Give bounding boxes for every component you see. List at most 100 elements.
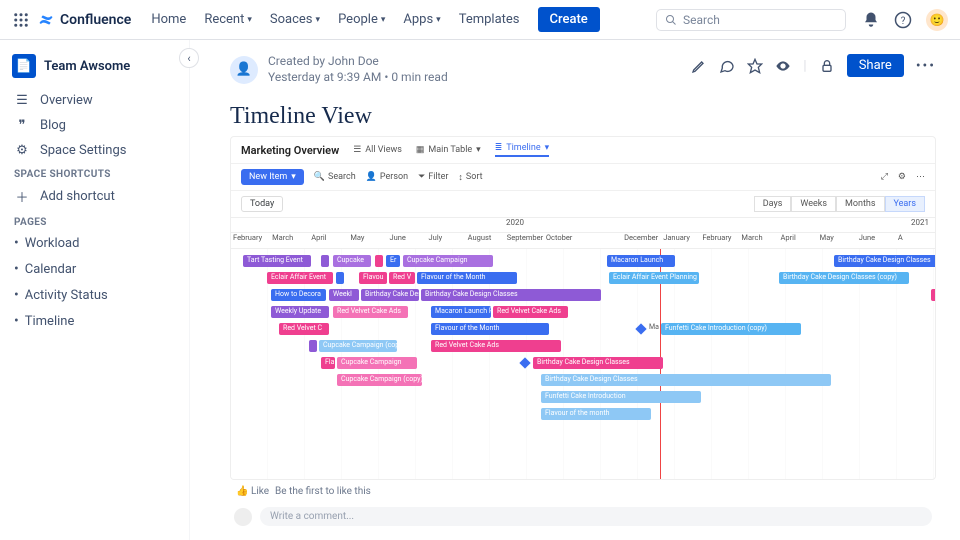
- bar[interactable]: Birthday Cake Design Classes (copy): [779, 272, 909, 284]
- comment-input[interactable]: Write a comment...: [260, 507, 932, 526]
- bar[interactable]: [336, 272, 344, 284]
- author-avatar[interactable]: 👤: [230, 56, 258, 84]
- toolbar-person[interactable]: 👤 Person: [366, 172, 408, 182]
- toolbar-search[interactable]: 🔍 Search: [314, 172, 356, 182]
- bar[interactable]: Er: [386, 255, 400, 267]
- view-timeline[interactable]: ≣ Timeline ▾: [495, 143, 549, 157]
- space-name[interactable]: Team Awsome: [44, 59, 130, 74]
- more-icon[interactable]: •••: [916, 58, 936, 74]
- page-timeline[interactable]: Timeline: [10, 308, 185, 334]
- board-title[interactable]: Marketing Overview: [241, 144, 339, 157]
- bar[interactable]: Flavour of t: [931, 289, 935, 301]
- bar[interactable]: Red Velvet Cake Ads: [493, 306, 568, 318]
- bar[interactable]: [309, 340, 317, 352]
- bar[interactable]: Weekl: [329, 289, 359, 301]
- bar[interactable]: Cupcake Campaign: [337, 357, 417, 369]
- nav-apps[interactable]: Apps▾: [395, 8, 448, 31]
- sidebar-blog[interactable]: ❞Blog: [10, 113, 185, 138]
- bar[interactable]: Birthday Cake Design Classes: [834, 255, 935, 267]
- create-button[interactable]: Create: [538, 7, 600, 32]
- bar[interactable]: Flavour of the Month: [417, 272, 517, 284]
- brand-label: Confluence: [60, 12, 131, 28]
- bar[interactable]: Cupcake Campaign: [403, 255, 493, 267]
- bar[interactable]: Tart Tasting Event: [243, 255, 311, 267]
- edit-icon[interactable]: [691, 58, 707, 74]
- nav-home[interactable]: Home: [143, 8, 194, 31]
- page-activity-status[interactable]: Activity Status: [10, 282, 185, 308]
- bar[interactable]: Red Velvet Cake Ads: [431, 340, 561, 352]
- bar[interactable]: Red V: [389, 272, 415, 284]
- bar[interactable]: Red Velvet C: [279, 323, 329, 335]
- milestone[interactable]: [519, 358, 530, 369]
- view-all[interactable]: ☰ All Views: [353, 145, 402, 155]
- milestone[interactable]: [635, 324, 646, 335]
- comment-icon[interactable]: [719, 58, 735, 74]
- bar[interactable]: Funfetti Cake Introduction (copy): [661, 323, 801, 335]
- toolbar-sort[interactable]: ↕ Sort: [458, 172, 482, 183]
- nav-spaces[interactable]: Soaces▾: [262, 8, 328, 31]
- search-placeholder: Search: [683, 13, 720, 27]
- bar[interactable]: [375, 255, 383, 267]
- period-weeks[interactable]: Weeks: [791, 196, 836, 212]
- restrictions-icon[interactable]: [819, 58, 835, 74]
- share-button[interactable]: Share: [847, 54, 904, 77]
- shortcuts-header: SPACE SHORTCUTS: [10, 163, 185, 182]
- bar[interactable]: Flavou: [359, 272, 387, 284]
- brand[interactable]: Confluence: [38, 12, 131, 28]
- bar[interactable]: How to Decora: [271, 289, 326, 301]
- like-button[interactable]: 👍 Like: [236, 486, 269, 497]
- view-table[interactable]: ▦ Main Table ▾: [416, 145, 481, 155]
- search-input[interactable]: Search: [656, 9, 846, 31]
- bar[interactable]: Cupcake: [333, 255, 371, 267]
- created-by: Created by John Doe: [268, 54, 448, 70]
- nav-people[interactable]: People▾: [330, 8, 393, 31]
- expand-icon[interactable]: ⤢: [881, 172, 888, 182]
- bar[interactable]: Weekly Update: [271, 306, 329, 318]
- bar[interactable]: Birthday Cake Design Classes: [421, 289, 601, 301]
- add-shortcut[interactable]: ＋Add shortcut: [10, 182, 185, 211]
- bar[interactable]: Flavour of the month: [541, 408, 651, 420]
- bar[interactable]: Macaron Launch P: [431, 306, 491, 318]
- watch-icon[interactable]: [775, 58, 791, 74]
- toolbar-filter[interactable]: ⏷ Filter: [418, 172, 448, 182]
- bar[interactable]: Birthday Cake Desi: [361, 289, 419, 301]
- more-icon[interactable]: ⋯: [916, 172, 925, 182]
- bar[interactable]: Eclair Affair Event: [267, 272, 333, 284]
- new-item-button[interactable]: New Item ▾: [241, 169, 304, 185]
- bar[interactable]: Cupcake Campaign (copy): [337, 374, 422, 386]
- search-icon: [665, 14, 677, 26]
- star-icon[interactable]: [747, 58, 763, 74]
- bar[interactable]: Fla: [321, 357, 335, 369]
- page-workload[interactable]: Workload: [10, 230, 185, 256]
- bar[interactable]: Birthday Cake Design Classes: [541, 374, 831, 386]
- settings-icon[interactable]: ⚙: [898, 172, 906, 182]
- nav-recent[interactable]: Recent▾: [196, 8, 260, 31]
- bar[interactable]: Cupcake Campaign (cop: [319, 340, 397, 352]
- period-months[interactable]: Months: [836, 196, 885, 212]
- help-icon[interactable]: ?: [894, 11, 912, 29]
- bar[interactable]: [321, 255, 329, 267]
- bar[interactable]: Macaron Launch: [607, 255, 675, 267]
- chevron-down-icon: ▾: [436, 15, 441, 25]
- today-button[interactable]: Today: [241, 196, 283, 212]
- sidebar-overview[interactable]: ☰Overview: [10, 88, 185, 113]
- confluence-logo-icon: [38, 12, 54, 28]
- bar[interactable]: Funfetti Cake Introduction: [541, 391, 701, 403]
- apps-switcher-icon[interactable]: [12, 11, 30, 29]
- year-2020: 2020: [506, 218, 524, 227]
- sidebar-settings[interactable]: ⚙Space Settings: [10, 138, 185, 163]
- avatar[interactable]: 🙂: [926, 9, 948, 31]
- page-calendar[interactable]: Calendar: [10, 256, 185, 282]
- bell-icon[interactable]: [862, 11, 880, 29]
- year-2021: 2021: [911, 218, 929, 227]
- bar[interactable]: Eclair Affair Event Planning: [609, 272, 699, 284]
- chevron-down-icon: ▾: [381, 15, 386, 25]
- period-years[interactable]: Years: [885, 196, 925, 212]
- bar[interactable]: Red Velvet Cake Ads: [333, 306, 408, 318]
- bar[interactable]: Flavour of the Month: [431, 323, 549, 335]
- bar[interactable]: Birthday Cake Design Classes: [533, 357, 663, 369]
- period-days[interactable]: Days: [754, 196, 792, 212]
- created-sub: Yesterday at 9:39 AM • 0 min read: [268, 70, 448, 86]
- plus-icon: ＋: [14, 187, 30, 206]
- nav-templates[interactable]: Templates: [451, 8, 528, 31]
